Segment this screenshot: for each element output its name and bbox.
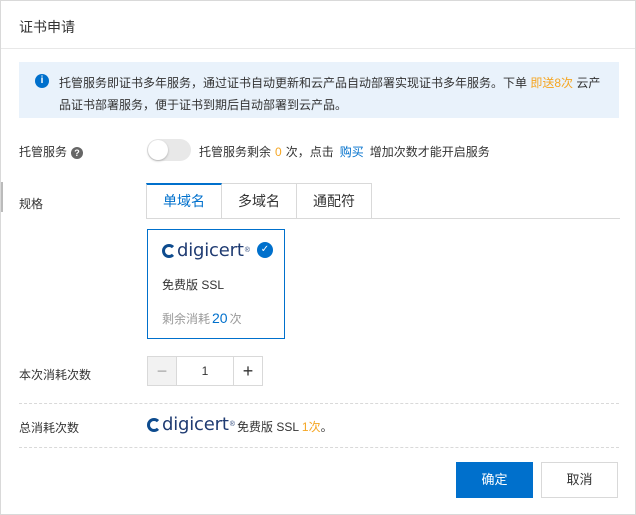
divider-top <box>19 403 619 404</box>
total-summary: 免费版 SSL 1次。 <box>237 418 333 435</box>
help-icon[interactable]: ? <box>71 146 84 159</box>
total-count: 1次 <box>301 420 321 434</box>
buy-link[interactable]: 购买 <box>340 145 364 159</box>
info-notice: i 托管服务即证书多年服务，通过证书自动更新和云产品自动部署实现证书多年服务。下… <box>19 62 619 118</box>
total-product: 免费版 SSL <box>237 420 299 434</box>
confirm-button[interactable]: 确定 <box>456 462 533 498</box>
total-digicert-logo: digicert ® <box>147 414 235 435</box>
spec-label: 规格 <box>19 197 44 211</box>
digicert-registered: ® <box>244 247 250 254</box>
digicert-mark-icon <box>162 243 176 258</box>
product-name: 免费版 SSL <box>162 278 225 292</box>
quantity-stepper: − 1 + <box>147 356 263 386</box>
tab-multi-domain[interactable]: 多域名 <box>221 183 297 218</box>
digicert-wordmark: digicert <box>162 414 229 435</box>
hosted-service-label: 托管服务? <box>19 143 84 160</box>
digicert-registered: ® <box>229 421 235 428</box>
remain-unit: 次 <box>229 312 242 326</box>
divider-bottom <box>19 447 619 448</box>
remain-count: 20 <box>212 310 228 326</box>
notice-text-prefix: 托管服务即证书多年服务，通过证书自动更新和云产品自动部署实现证书多年服务。下单 <box>59 76 531 90</box>
hosted-service-toggle[interactable] <box>147 139 191 161</box>
digicert-wordmark: digicert <box>177 240 244 261</box>
total-consume-label: 总消耗次数 <box>19 421 80 435</box>
decrement-button[interactable]: − <box>147 356 177 386</box>
spec-tabs: 单域名 多域名 通配符 <box>146 183 372 218</box>
tab-wildcard[interactable]: 通配符 <box>296 183 372 218</box>
digicert-mark-icon <box>147 417 161 432</box>
dialog-title: 证书申请 <box>19 19 75 35</box>
remain-prefix: 剩余消耗 <box>162 312 211 326</box>
certificate-apply-dialog: 证书申请 i 托管服务即证书多年服务，通过证书自动更新和云产品自动部署实现证书多… <box>0 0 636 515</box>
hosted-service-info: 托管服务剩余 0 次，点击 购买 增加次数才能开启服务 <box>199 143 490 160</box>
hosted-text-before: 托管服务剩余 <box>199 145 272 159</box>
hosted-text-after: 增加次数才能开启服务 <box>369 145 490 159</box>
total-period: 。 <box>320 420 333 434</box>
hosted-service-label-text: 托管服务 <box>19 145 68 159</box>
notice-highlight: 即送8次 <box>530 76 574 90</box>
consume-count-label: 本次消耗次数 <box>19 368 92 382</box>
digicert-logo: digicert ® <box>162 240 250 261</box>
left-edge-marker <box>1 182 3 212</box>
quantity-value[interactable]: 1 <box>177 356 233 386</box>
title-divider <box>1 48 635 49</box>
hosted-text-mid: 次，点击 <box>285 145 334 159</box>
hosted-remaining-count: 0 <box>275 145 282 159</box>
increment-button[interactable]: + <box>233 356 263 386</box>
toggle-knob <box>148 140 168 160</box>
product-card-free-ssl[interactable]: digicert ® ✓ 免费版 SSL 剩余消耗 20 次 <box>147 229 285 339</box>
info-icon: i <box>35 74 49 88</box>
remaining-consumption: 剩余消耗 20 次 <box>162 310 242 327</box>
tab-single-domain[interactable]: 单域名 <box>146 183 222 218</box>
tabs-baseline <box>146 218 620 219</box>
selected-check-icon: ✓ <box>257 242 273 258</box>
cancel-button[interactable]: 取消 <box>541 462 618 498</box>
